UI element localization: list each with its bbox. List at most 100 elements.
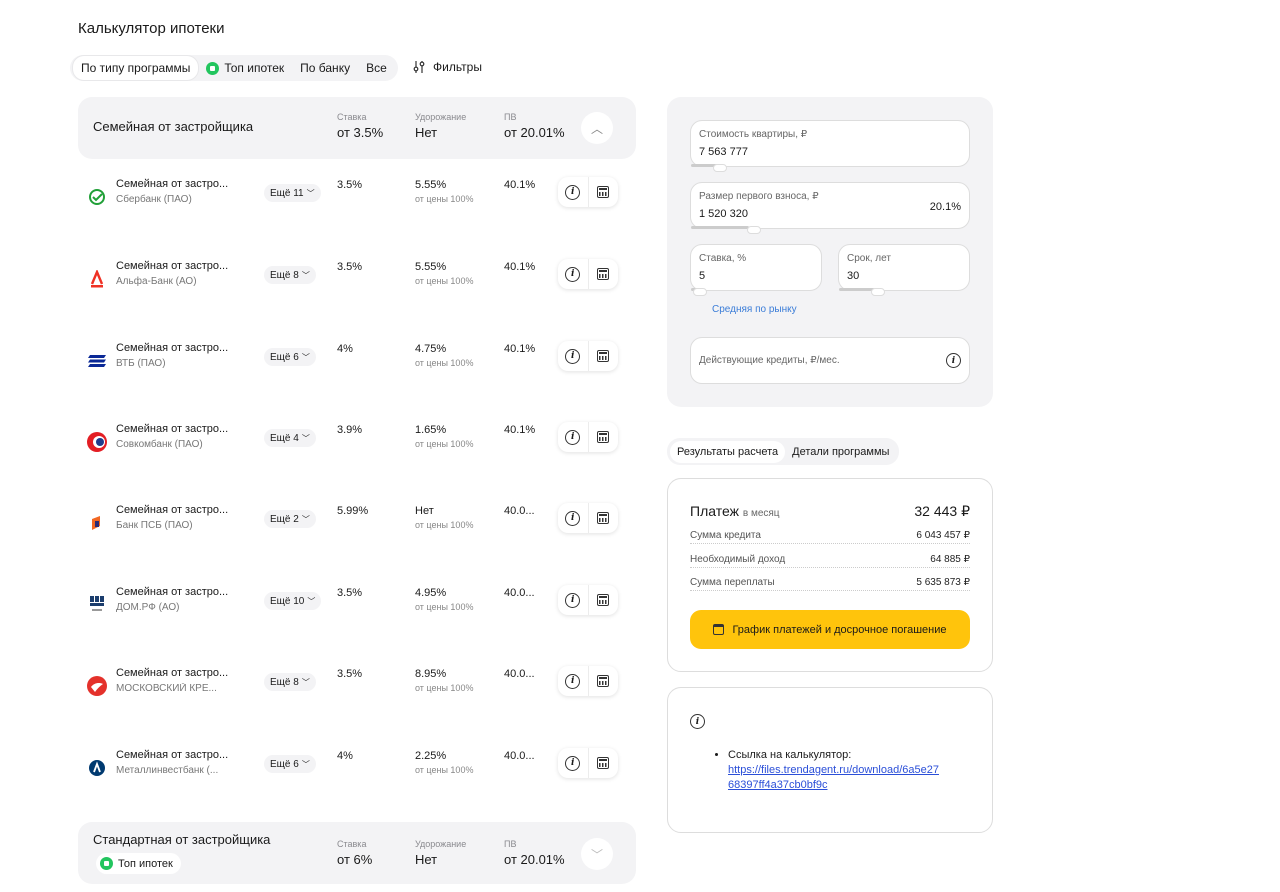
offer-actions: i bbox=[558, 259, 618, 289]
filters-button[interactable]: Фильтры bbox=[412, 60, 482, 74]
price-field[interactable]: Стоимость квартиры, ₽ 7 563 777 bbox=[690, 120, 970, 172]
calculator-button[interactable] bbox=[589, 422, 619, 452]
price-value: 7 563 777 bbox=[699, 146, 748, 158]
tab-label: По типу программы bbox=[81, 61, 191, 75]
group-rate: Ставка от 3.5% bbox=[337, 112, 383, 140]
info-button[interactable]: i bbox=[558, 422, 589, 452]
calculator-button[interactable] bbox=[589, 341, 619, 371]
program-group-standard[interactable]: Стандартная от застройщика Топ ипотек Ст… bbox=[78, 822, 636, 884]
market-average-link[interactable]: Средняя по рынку bbox=[712, 304, 797, 315]
info-button[interactable]: i bbox=[558, 503, 589, 533]
info-list: Ссылка на калькулятор: https://files.tren… bbox=[714, 748, 944, 793]
offer-pv: 40.0... bbox=[504, 750, 535, 762]
calculator-button[interactable] bbox=[589, 177, 619, 207]
calculator-button[interactable] bbox=[589, 666, 619, 696]
top-tag: Топ ипотек bbox=[96, 853, 181, 874]
calculator-icon bbox=[597, 757, 610, 769]
down-payment-value: 1 520 320 bbox=[699, 208, 748, 220]
term-field[interactable]: Срок, лет 30 bbox=[838, 244, 970, 296]
price-slider-handle[interactable] bbox=[713, 164, 727, 172]
top-badge-icon bbox=[206, 61, 220, 75]
calculator-link[interactable]: https://files.trendagent.ru/download/6a5… bbox=[728, 764, 939, 791]
info-button[interactable]: i bbox=[558, 259, 589, 289]
link-label: Ссылка на калькулятор: bbox=[728, 749, 852, 761]
filters-label: Фильтры bbox=[433, 60, 482, 74]
credits-placeholder: Действующие кредиты, ₽/мес. bbox=[699, 355, 840, 366]
tab-all[interactable]: Все bbox=[358, 56, 395, 80]
offer-actions: i bbox=[558, 585, 618, 615]
increase-value: Нет bbox=[415, 852, 438, 867]
more-offers-button[interactable]: Ещё 6 ﹀ bbox=[264, 755, 316, 773]
credits-field[interactable]: Действующие кредиты, ₽/мес. i bbox=[690, 337, 970, 384]
bank-name: МОСКОВСКИЙ КРЕ... bbox=[116, 683, 217, 694]
offer-row[interactable]: Семейная от застро... Металлинвестбанк (… bbox=[78, 735, 636, 815]
calculator-button[interactable] bbox=[589, 585, 619, 615]
more-offers-button[interactable]: Ещё 2 ﹀ bbox=[264, 510, 316, 528]
offer-row[interactable]: Семейная от застро... Банк ПСБ (ПАО) Ещё… bbox=[78, 490, 636, 570]
more-label: Ещё 8 bbox=[270, 676, 299, 688]
more-offers-button[interactable]: Ещё 4 ﹀ bbox=[264, 429, 316, 447]
offer-row[interactable]: Семейная от застро... ВТБ (ПАО) Ещё 6 ﹀ 4… bbox=[78, 328, 636, 408]
credits-info-button[interactable]: i bbox=[946, 353, 961, 368]
rate-label: Ставка, % bbox=[699, 253, 747, 264]
increase-caption: Удорожание bbox=[415, 839, 467, 849]
offer-name: Семейная от застро... bbox=[116, 749, 229, 761]
more-offers-button[interactable]: Ещё 8 ﹀ bbox=[264, 266, 316, 284]
tab-results[interactable]: Результаты расчета bbox=[670, 440, 786, 463]
group-increase: Удорожание Нет bbox=[415, 839, 466, 867]
bank-name: Альфа-Банк (АО) bbox=[116, 276, 197, 287]
chevron-down-icon: ﹀ bbox=[301, 352, 310, 362]
payment-label: Платеж в месяц bbox=[690, 503, 780, 519]
more-offers-button[interactable]: Ещё 11 ﹀ bbox=[264, 184, 321, 202]
collapse-button[interactable]: ︿ bbox=[581, 112, 613, 144]
offer-pv: 40.1% bbox=[504, 343, 536, 355]
info-button[interactable]: i bbox=[558, 666, 589, 696]
tab-program-details[interactable]: Детали программы bbox=[785, 441, 896, 463]
info-icon: i bbox=[565, 348, 581, 364]
offer-row[interactable]: Семейная от застро... Сбербанк (ПАО) Ещё… bbox=[78, 164, 636, 244]
offer-row[interactable]: Семейная от застро... МОСКОВСКИЙ КРЕ... … bbox=[78, 653, 636, 733]
offer-row[interactable]: Семейная от застро... Совкомбанк (ПАО) Е… bbox=[78, 409, 636, 489]
list-item: Ссылка на калькулятор: https://files.tren… bbox=[728, 748, 944, 793]
offer-row[interactable]: Семейная от застро... Альфа-Банк (АО) Ещ… bbox=[78, 246, 636, 326]
rate-caption: Ставка bbox=[337, 112, 367, 122]
page-title: Калькулятор ипотеки bbox=[78, 20, 225, 37]
chevron-down-icon: ﹀ bbox=[301, 514, 310, 524]
payment-schedule-button[interactable]: График платежей и досрочное погашение bbox=[690, 610, 970, 649]
tab-by-program[interactable]: По типу программы bbox=[73, 56, 199, 80]
more-offers-button[interactable]: Ещё 10 ﹀ bbox=[264, 592, 322, 610]
down-payment-slider-handle[interactable] bbox=[747, 226, 761, 234]
offer-row[interactable]: Семейная от застро... ДОМ.РФ (АО) Ещё 10… bbox=[78, 572, 636, 652]
more-label: Ещё 2 bbox=[270, 513, 299, 525]
rate-slider-handle[interactable] bbox=[693, 288, 707, 296]
down-payment-field[interactable]: Размер первого взноса, ₽ 1 520 320 20.1% bbox=[690, 182, 970, 234]
calculator-icon bbox=[597, 186, 610, 198]
expand-button[interactable]: ﹀ bbox=[581, 838, 613, 870]
info-button[interactable]: i bbox=[558, 341, 589, 371]
chevron-down-icon: ﹀ bbox=[301, 759, 310, 769]
tab-top[interactable]: Топ ипотек bbox=[198, 56, 292, 80]
calculator-panel: Стоимость квартиры, ₽ 7 563 777 Размер п… bbox=[667, 97, 993, 407]
calculator-icon bbox=[597, 350, 610, 362]
rate-field[interactable]: Ставка, % 5 bbox=[690, 244, 822, 296]
more-label: Ещё 6 bbox=[270, 758, 299, 770]
down-payment-slider[interactable] bbox=[691, 226, 749, 229]
info-button[interactable]: i bbox=[558, 748, 589, 778]
calculator-button[interactable] bbox=[589, 748, 619, 778]
offer-actions: i bbox=[558, 422, 618, 452]
program-group-family[interactable]: Семейная от застройщика Ставка от 3.5% У… bbox=[78, 97, 636, 159]
more-offers-button[interactable]: Ещё 6 ﹀ bbox=[264, 348, 316, 366]
info-icon: i bbox=[565, 429, 581, 445]
metallinvest-logo-icon bbox=[86, 757, 108, 779]
info-button[interactable]: i bbox=[558, 177, 589, 207]
tab-by-bank[interactable]: По банку bbox=[292, 56, 358, 80]
term-slider-handle[interactable] bbox=[871, 288, 885, 296]
more-offers-button[interactable]: Ещё 8 ﹀ bbox=[264, 673, 316, 691]
calculator-button[interactable] bbox=[589, 259, 619, 289]
offer-pv: 40.0... bbox=[504, 668, 535, 680]
calculator-button[interactable] bbox=[589, 503, 619, 533]
info-button[interactable]: i bbox=[558, 585, 589, 615]
bank-name: ВТБ (ПАО) bbox=[116, 358, 166, 369]
chevron-up-icon: ︿ bbox=[590, 121, 603, 136]
term-slider[interactable] bbox=[839, 288, 875, 291]
